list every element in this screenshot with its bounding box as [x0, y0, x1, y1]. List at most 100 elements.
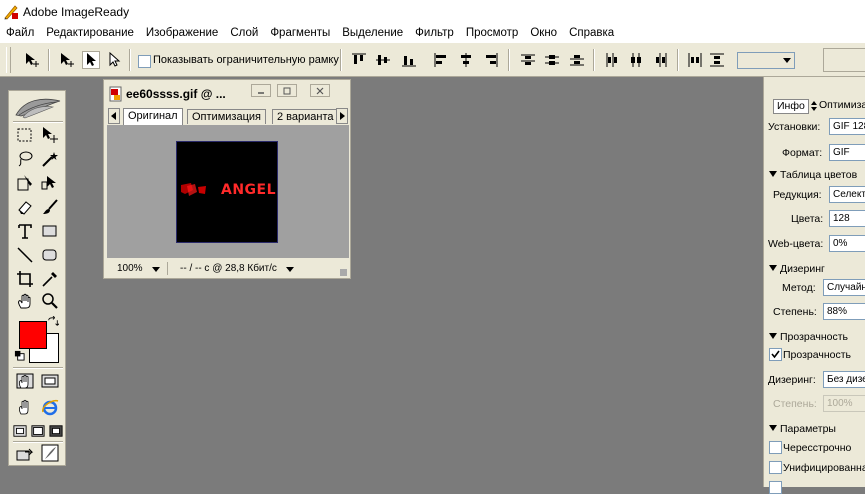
- tab-optimize[interactable]: Оптимиза: [816, 99, 865, 114]
- tab-scroll-right-button[interactable]: [336, 108, 348, 124]
- document-title-bar[interactable]: ee60ssss.gif @ ...: [104, 80, 350, 107]
- amount-field[interactable]: 88%: [823, 303, 865, 320]
- close-button[interactable]: [310, 84, 330, 97]
- options-select[interactable]: [737, 52, 795, 69]
- parameters-title: Параметры: [780, 423, 836, 435]
- image-map-visibility-icon[interactable]: [39, 371, 61, 391]
- eraser-tool-icon[interactable]: [14, 197, 36, 217]
- menu-view[interactable]: Просмотр: [460, 27, 525, 39]
- colors-label: Цвета:: [791, 213, 824, 225]
- hand-tool-icon[interactable]: [14, 291, 36, 311]
- extra-checkbox[interactable]: [769, 481, 782, 494]
- show-bounding-box-checkbox[interactable]: [138, 55, 151, 68]
- align-right-icon[interactable]: [482, 51, 500, 69]
- align-left-icon[interactable]: [432, 51, 450, 69]
- web-colors-field[interactable]: 0%: [829, 235, 865, 252]
- preview-in-default-browser-icon[interactable]: [14, 397, 36, 417]
- menu-slices[interactable]: Фрагменты: [264, 27, 336, 39]
- dithering-section[interactable]: Дизеринг: [769, 263, 825, 275]
- distribute-bottom-icon[interactable]: [568, 51, 586, 69]
- menu-file[interactable]: Файл: [0, 27, 40, 39]
- options-bar-grip[interactable]: [6, 47, 11, 73]
- method-select[interactable]: Случайн: [823, 279, 865, 296]
- menu-help[interactable]: Справка: [563, 27, 620, 39]
- rounded-rectangle-tool-icon[interactable]: [39, 245, 61, 265]
- status-chevron-down-icon[interactable]: [286, 267, 294, 272]
- settings-select[interactable]: GIF 128: [829, 118, 865, 135]
- jump-to-photoshop-icon[interactable]: [39, 443, 61, 463]
- tab-2-up[interactable]: 2 варианта: [272, 109, 339, 124]
- move-tool-preset-icon[interactable]: [23, 51, 41, 69]
- eyedropper-tool-icon[interactable]: [39, 269, 61, 289]
- zoom-tool-icon[interactable]: [39, 291, 61, 311]
- align-vertical-center-icon[interactable]: [374, 51, 392, 69]
- tab-optimized[interactable]: Оптимизация: [187, 109, 266, 124]
- quick-mask-icon[interactable]: [14, 371, 36, 391]
- direct-select-arrow-icon[interactable]: [105, 51, 123, 69]
- full-screen-mode-icon[interactable]: [48, 421, 64, 441]
- distribute-vertical-center-icon[interactable]: [543, 51, 561, 69]
- brush-tool-icon[interactable]: [39, 197, 61, 217]
- color-table-section[interactable]: Таблица цветов: [769, 169, 857, 181]
- type-tool-icon[interactable]: [14, 221, 36, 241]
- matte-dither-select[interactable]: Без дизе: [823, 371, 865, 388]
- standard-screen-mode-icon[interactable]: [12, 421, 28, 441]
- align-top-icon[interactable]: [350, 51, 368, 69]
- align-horizontal-center-icon[interactable]: [457, 51, 475, 69]
- tab-info[interactable]: Инфо: [773, 99, 809, 114]
- zoom-level[interactable]: 100%: [117, 263, 143, 274]
- slice-select-tool-icon[interactable]: [39, 173, 61, 193]
- reduction-select[interactable]: Селект: [829, 186, 865, 203]
- format-select[interactable]: GIF: [829, 144, 865, 161]
- distribute-widths-icon[interactable]: [686, 51, 704, 69]
- move-tool-icon[interactable]: [39, 125, 61, 145]
- distribute-top-icon[interactable]: [519, 51, 537, 69]
- internet-explorer-icon[interactable]: [39, 397, 61, 417]
- menu-layer[interactable]: Слой: [224, 27, 264, 39]
- menu-window[interactable]: Окно: [524, 27, 563, 39]
- foreground-color-swatch[interactable]: [19, 321, 47, 349]
- crop-tool-icon[interactable]: [14, 269, 36, 289]
- distribute-right-icon[interactable]: [652, 51, 670, 69]
- move-tool-icon[interactable]: [58, 51, 76, 69]
- slice-tool-icon[interactable]: [14, 173, 36, 193]
- menu-image[interactable]: Изображение: [140, 27, 224, 39]
- imageready-app-icon: [3, 4, 19, 20]
- distribute-left-icon[interactable]: [603, 51, 621, 69]
- default-colors-icon[interactable]: [13, 349, 25, 361]
- distribute-horizontal-center-icon[interactable]: [627, 51, 645, 69]
- colors-field[interactable]: 128: [829, 210, 865, 227]
- transparency-section[interactable]: Прозрачность: [769, 331, 848, 343]
- maximize-button[interactable]: [277, 84, 297, 97]
- download-time-status[interactable]: -- / -- с @ 28,8 Кбит/с: [180, 263, 277, 274]
- lasso-tool-icon[interactable]: [14, 149, 36, 169]
- rectangle-tool-icon[interactable]: [39, 221, 61, 241]
- minimize-button[interactable]: [251, 84, 271, 97]
- line-tool-icon[interactable]: [14, 245, 36, 265]
- magic-wand-tool-icon[interactable]: [39, 149, 61, 169]
- select-arrow-icon[interactable]: [82, 51, 100, 69]
- unified-checkbox[interactable]: [769, 461, 782, 474]
- document-canvas[interactable]: ANGEL: [107, 125, 349, 258]
- zoom-chevron-down-icon[interactable]: [152, 267, 160, 272]
- align-bottom-icon[interactable]: [400, 51, 418, 69]
- toggle-rollover-preview-icon[interactable]: [14, 443, 36, 463]
- toolbox-separator: [13, 367, 63, 369]
- document-status-bar: 100% -- / -- с @ 28,8 Кбит/с: [107, 260, 349, 277]
- distribute-heights-icon[interactable]: [708, 51, 726, 69]
- marquee-tool-icon[interactable]: [14, 125, 36, 145]
- parameters-section[interactable]: Параметры: [769, 423, 836, 435]
- interlaced-checkbox[interactable]: [769, 441, 782, 454]
- menu-edit[interactable]: Редактирование: [40, 27, 140, 39]
- swap-colors-icon[interactable]: [46, 315, 60, 329]
- tab-scroll-left-button[interactable]: [108, 108, 120, 124]
- full-screen-menu-mode-icon[interactable]: [30, 421, 46, 441]
- resize-grip-icon[interactable]: [340, 267, 347, 276]
- menu-select[interactable]: Выделение: [336, 27, 409, 39]
- document-title: ee60ssss.gif @ ...: [126, 87, 226, 101]
- menu-filter[interactable]: Фильтр: [409, 27, 460, 39]
- tab-original[interactable]: Оригинал: [123, 108, 183, 125]
- transparency-checkbox[interactable]: [769, 348, 782, 361]
- palette-well-button[interactable]: [823, 48, 865, 72]
- imageready-feather-icon[interactable]: [13, 95, 63, 119]
